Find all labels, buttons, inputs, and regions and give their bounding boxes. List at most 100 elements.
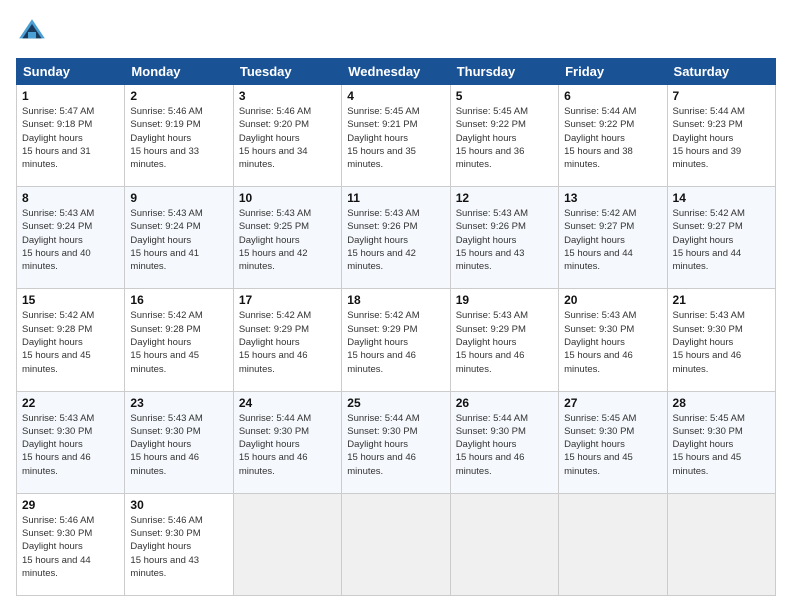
calendar-cell: 16 Sunrise: 5:42 AM Sunset: 9:28 PM Dayl… xyxy=(125,289,233,391)
header xyxy=(16,16,776,48)
calendar-week-row: 1 Sunrise: 5:47 AM Sunset: 9:18 PM Dayli… xyxy=(17,85,776,187)
day-number: 19 xyxy=(456,293,553,307)
weekday-header: Monday xyxy=(125,59,233,85)
day-number: 16 xyxy=(130,293,227,307)
day-number: 15 xyxy=(22,293,119,307)
day-number: 2 xyxy=(130,89,227,103)
weekday-header: Saturday xyxy=(667,59,775,85)
day-info: Sunrise: 5:45 AM Sunset: 9:21 PM Dayligh… xyxy=(347,105,444,171)
calendar-cell: 26 Sunrise: 5:44 AM Sunset: 9:30 PM Dayl… xyxy=(450,391,558,493)
day-info: Sunrise: 5:43 AM Sunset: 9:24 PM Dayligh… xyxy=(22,207,119,273)
day-info: Sunrise: 5:44 AM Sunset: 9:22 PM Dayligh… xyxy=(564,105,661,171)
calendar-cell: 5 Sunrise: 5:45 AM Sunset: 9:22 PM Dayli… xyxy=(450,85,558,187)
day-info: Sunrise: 5:46 AM Sunset: 9:19 PM Dayligh… xyxy=(130,105,227,171)
day-info: Sunrise: 5:42 AM Sunset: 9:27 PM Dayligh… xyxy=(564,207,661,273)
calendar-cell: 17 Sunrise: 5:42 AM Sunset: 9:29 PM Dayl… xyxy=(233,289,341,391)
day-info: Sunrise: 5:44 AM Sunset: 9:30 PM Dayligh… xyxy=(239,412,336,478)
day-info: Sunrise: 5:42 AM Sunset: 9:28 PM Dayligh… xyxy=(130,309,227,375)
day-info: Sunrise: 5:43 AM Sunset: 9:30 PM Dayligh… xyxy=(673,309,770,375)
day-number: 12 xyxy=(456,191,553,205)
day-info: Sunrise: 5:43 AM Sunset: 9:30 PM Dayligh… xyxy=(22,412,119,478)
page: SundayMondayTuesdayWednesdayThursdayFrid… xyxy=(0,0,792,612)
day-info: Sunrise: 5:43 AM Sunset: 9:25 PM Dayligh… xyxy=(239,207,336,273)
calendar-cell: 11 Sunrise: 5:43 AM Sunset: 9:26 PM Dayl… xyxy=(342,187,450,289)
calendar-cell: 21 Sunrise: 5:43 AM Sunset: 9:30 PM Dayl… xyxy=(667,289,775,391)
calendar: SundayMondayTuesdayWednesdayThursdayFrid… xyxy=(16,58,776,596)
day-number: 24 xyxy=(239,396,336,410)
day-number: 8 xyxy=(22,191,119,205)
calendar-cell: 2 Sunrise: 5:46 AM Sunset: 9:19 PM Dayli… xyxy=(125,85,233,187)
weekday-header: Wednesday xyxy=(342,59,450,85)
weekday-header: Sunday xyxy=(17,59,125,85)
day-info: Sunrise: 5:42 AM Sunset: 9:27 PM Dayligh… xyxy=(673,207,770,273)
calendar-cell: 14 Sunrise: 5:42 AM Sunset: 9:27 PM Dayl… xyxy=(667,187,775,289)
day-number: 14 xyxy=(673,191,770,205)
day-number: 5 xyxy=(456,89,553,103)
calendar-week-row: 15 Sunrise: 5:42 AM Sunset: 9:28 PM Dayl… xyxy=(17,289,776,391)
logo xyxy=(16,16,54,48)
day-info: Sunrise: 5:44 AM Sunset: 9:23 PM Dayligh… xyxy=(673,105,770,171)
day-info: Sunrise: 5:44 AM Sunset: 9:30 PM Dayligh… xyxy=(347,412,444,478)
day-info: Sunrise: 5:46 AM Sunset: 9:30 PM Dayligh… xyxy=(22,514,119,580)
calendar-cell: 18 Sunrise: 5:42 AM Sunset: 9:29 PM Dayl… xyxy=(342,289,450,391)
day-info: Sunrise: 5:43 AM Sunset: 9:26 PM Dayligh… xyxy=(456,207,553,273)
calendar-cell: 23 Sunrise: 5:43 AM Sunset: 9:30 PM Dayl… xyxy=(125,391,233,493)
calendar-cell: 19 Sunrise: 5:43 AM Sunset: 9:29 PM Dayl… xyxy=(450,289,558,391)
day-number: 10 xyxy=(239,191,336,205)
calendar-cell: 28 Sunrise: 5:45 AM Sunset: 9:30 PM Dayl… xyxy=(667,391,775,493)
calendar-cell: 29 Sunrise: 5:46 AM Sunset: 9:30 PM Dayl… xyxy=(17,493,125,595)
calendar-cell xyxy=(233,493,341,595)
day-number: 25 xyxy=(347,396,444,410)
calendar-cell: 8 Sunrise: 5:43 AM Sunset: 9:24 PM Dayli… xyxy=(17,187,125,289)
calendar-cell: 20 Sunrise: 5:43 AM Sunset: 9:30 PM Dayl… xyxy=(559,289,667,391)
day-number: 22 xyxy=(22,396,119,410)
calendar-cell: 3 Sunrise: 5:46 AM Sunset: 9:20 PM Dayli… xyxy=(233,85,341,187)
calendar-header-row: SundayMondayTuesdayWednesdayThursdayFrid… xyxy=(17,59,776,85)
day-number: 28 xyxy=(673,396,770,410)
day-number: 1 xyxy=(22,89,119,103)
day-info: Sunrise: 5:45 AM Sunset: 9:30 PM Dayligh… xyxy=(564,412,661,478)
weekday-header: Friday xyxy=(559,59,667,85)
day-number: 20 xyxy=(564,293,661,307)
calendar-cell: 12 Sunrise: 5:43 AM Sunset: 9:26 PM Dayl… xyxy=(450,187,558,289)
day-info: Sunrise: 5:43 AM Sunset: 9:24 PM Dayligh… xyxy=(130,207,227,273)
day-number: 21 xyxy=(673,293,770,307)
calendar-cell: 7 Sunrise: 5:44 AM Sunset: 9:23 PM Dayli… xyxy=(667,85,775,187)
day-number: 27 xyxy=(564,396,661,410)
calendar-cell: 10 Sunrise: 5:43 AM Sunset: 9:25 PM Dayl… xyxy=(233,187,341,289)
day-info: Sunrise: 5:45 AM Sunset: 9:30 PM Dayligh… xyxy=(673,412,770,478)
day-number: 26 xyxy=(456,396,553,410)
calendar-cell: 25 Sunrise: 5:44 AM Sunset: 9:30 PM Dayl… xyxy=(342,391,450,493)
calendar-cell: 6 Sunrise: 5:44 AM Sunset: 9:22 PM Dayli… xyxy=(559,85,667,187)
calendar-cell: 27 Sunrise: 5:45 AM Sunset: 9:30 PM Dayl… xyxy=(559,391,667,493)
calendar-cell xyxy=(342,493,450,595)
day-info: Sunrise: 5:42 AM Sunset: 9:28 PM Dayligh… xyxy=(22,309,119,375)
day-info: Sunrise: 5:43 AM Sunset: 9:30 PM Dayligh… xyxy=(564,309,661,375)
day-number: 9 xyxy=(130,191,227,205)
calendar-cell: 1 Sunrise: 5:47 AM Sunset: 9:18 PM Dayli… xyxy=(17,85,125,187)
day-info: Sunrise: 5:42 AM Sunset: 9:29 PM Dayligh… xyxy=(239,309,336,375)
day-number: 17 xyxy=(239,293,336,307)
day-number: 23 xyxy=(130,396,227,410)
day-number: 30 xyxy=(130,498,227,512)
day-number: 18 xyxy=(347,293,444,307)
day-number: 4 xyxy=(347,89,444,103)
calendar-cell: 30 Sunrise: 5:46 AM Sunset: 9:30 PM Dayl… xyxy=(125,493,233,595)
day-number: 29 xyxy=(22,498,119,512)
day-info: Sunrise: 5:43 AM Sunset: 9:30 PM Dayligh… xyxy=(130,412,227,478)
day-number: 3 xyxy=(239,89,336,103)
day-info: Sunrise: 5:46 AM Sunset: 9:20 PM Dayligh… xyxy=(239,105,336,171)
calendar-cell: 13 Sunrise: 5:42 AM Sunset: 9:27 PM Dayl… xyxy=(559,187,667,289)
day-info: Sunrise: 5:45 AM Sunset: 9:22 PM Dayligh… xyxy=(456,105,553,171)
day-info: Sunrise: 5:42 AM Sunset: 9:29 PM Dayligh… xyxy=(347,309,444,375)
weekday-header: Tuesday xyxy=(233,59,341,85)
calendar-cell: 4 Sunrise: 5:45 AM Sunset: 9:21 PM Dayli… xyxy=(342,85,450,187)
calendar-week-row: 29 Sunrise: 5:46 AM Sunset: 9:30 PM Dayl… xyxy=(17,493,776,595)
calendar-cell xyxy=(559,493,667,595)
day-number: 6 xyxy=(564,89,661,103)
day-number: 13 xyxy=(564,191,661,205)
day-info: Sunrise: 5:46 AM Sunset: 9:30 PM Dayligh… xyxy=(130,514,227,580)
day-number: 7 xyxy=(673,89,770,103)
calendar-cell: 9 Sunrise: 5:43 AM Sunset: 9:24 PM Dayli… xyxy=(125,187,233,289)
day-info: Sunrise: 5:47 AM Sunset: 9:18 PM Dayligh… xyxy=(22,105,119,171)
